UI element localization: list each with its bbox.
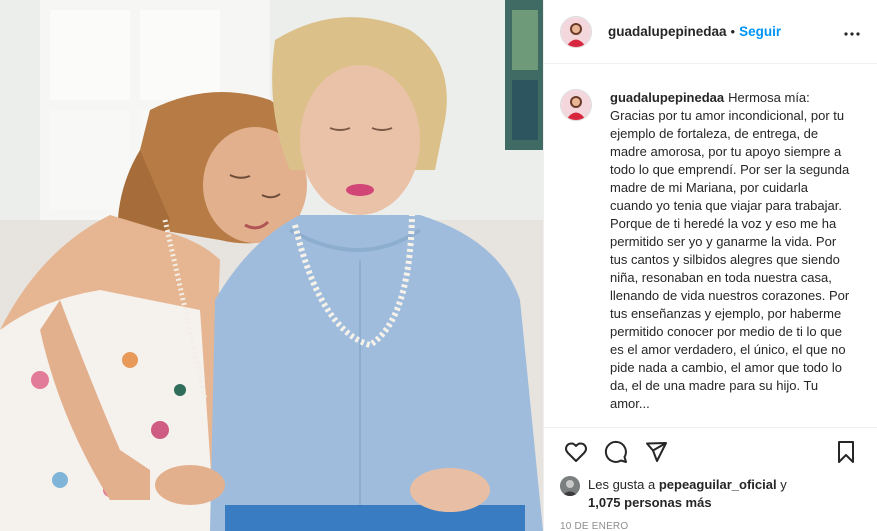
header-separator: • — [730, 24, 736, 39]
liker-avatar[interactable] — [560, 476, 580, 496]
likes-text: Les gusta a pepeaguilar_oficial y 1,075 … — [588, 476, 787, 512]
caption-username[interactable]: guadalupepinedaa — [610, 90, 724, 105]
comment-icon[interactable] — [596, 432, 636, 472]
post-side-panel: guadalupepinedaa • Seguir guadalupepined… — [543, 0, 877, 531]
post-photo[interactable] — [0, 0, 543, 531]
avatar-image — [561, 16, 591, 47]
photo-illustration — [0, 0, 543, 531]
avatar[interactable] — [560, 15, 592, 48]
likes-prefix: Les gusta a — [588, 477, 656, 492]
caption-avatar[interactable] — [560, 89, 592, 121]
post-date[interactable]: 10 DE ENERO — [556, 521, 866, 531]
heart-icon[interactable] — [556, 432, 596, 472]
share-icon[interactable] — [636, 432, 676, 472]
bookmark-icon[interactable] — [826, 432, 866, 472]
post-header: guadalupepinedaa • Seguir — [544, 0, 877, 64]
likes-conjunction: y — [780, 477, 787, 492]
caption: guadalupepinedaa Hermosa mía: Gracias por… — [560, 89, 862, 413]
liker-username[interactable]: pepeaguilar_oficial — [659, 477, 777, 492]
caption-body: Hermosa mía: Gracias por tu amor incondi… — [610, 90, 850, 411]
action-icons — [556, 428, 866, 476]
caption-avatar-image — [561, 90, 591, 120]
more-dots — [844, 32, 860, 36]
likes-count[interactable]: 1,075 personas más — [588, 495, 712, 510]
caption-area[interactable]: guadalupepinedaa Hermosa mía: Gracias por… — [544, 65, 877, 427]
follow-button[interactable]: Seguir — [739, 24, 781, 39]
caption-text: guadalupepinedaa Hermosa mía: Gracias por… — [610, 89, 850, 413]
header-username[interactable]: guadalupepinedaa — [608, 24, 727, 39]
likes-summary: Les gusta a pepeaguilar_oficial y 1,075 … — [556, 476, 866, 512]
post-actions: Les gusta a pepeaguilar_oficial y 1,075 … — [544, 427, 877, 531]
more-options-icon[interactable] — [843, 21, 861, 42]
